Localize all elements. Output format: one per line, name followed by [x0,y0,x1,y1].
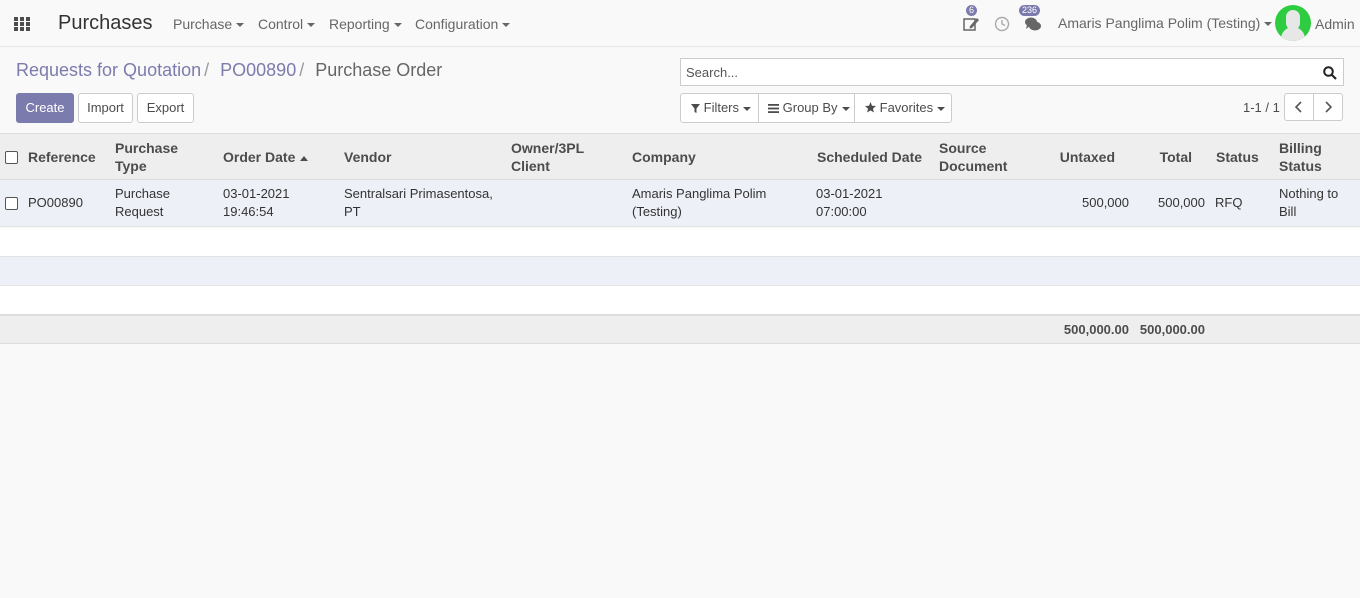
table-row[interactable]: PO00890 Purchase Request 03-01-2021 19:4… [0,180,1360,227]
cell-company: Amaris Panglima Polim (Testing) [632,186,767,219]
star-icon [865,102,876,113]
menu-purchase[interactable]: Purchase [173,16,245,32]
breadcrumb: Requests for Quotation / PO00890/ Purchas… [16,60,443,80]
pager-previous-button[interactable] [1284,93,1314,121]
total-amount: 500,000.00 [1139,322,1205,337]
cell-untaxed: 500,000 [1082,195,1129,210]
col-order-date[interactable]: Order Date [223,148,309,166]
search-box [680,58,1344,86]
messages-badge: 236 [1019,5,1041,16]
clock-icon[interactable] [994,16,1012,34]
table-header: Reference Purchase Type Order Date Vendo… [0,133,1360,180]
cell-billing-status: Nothing to Bill [1279,186,1339,219]
col-vendor[interactable]: Vendor [344,148,391,166]
col-source-document[interactable]: Source Document [939,139,1014,175]
activity-icon[interactable] [962,15,980,33]
cell-vendor: Sentralsari Primasentosa, PT [344,186,493,219]
empty-row [0,228,1360,257]
pager-value[interactable]: 1-1 / 1 [1243,100,1280,115]
col-scheduled-date[interactable]: Scheduled Date [817,148,922,166]
chevron-right-icon [1325,101,1333,113]
select-all-checkbox[interactable] [5,151,18,164]
menu-configuration[interactable]: Configuration [415,16,511,32]
cell-status: RFQ [1215,195,1243,210]
top-navbar: Purchases Purchase Control Reporting Con… [0,0,1360,47]
export-button[interactable]: Export [137,93,194,123]
col-reference[interactable]: Reference [28,148,96,166]
col-untaxed[interactable]: Untaxed [1040,148,1115,166]
menu-control[interactable]: Control [258,16,316,32]
col-status[interactable]: Status [1216,148,1259,166]
activity-badge: 6 [966,5,978,16]
app-title: Purchases [58,12,153,34]
empty-row [0,257,1360,286]
breadcrumb-po[interactable]: PO00890 [220,60,296,80]
row-checkbox[interactable] [5,197,18,210]
favorites-dropdown[interactable]: Favorites [854,93,952,123]
company-switcher[interactable]: Amaris Panglima Polim (Testing) [1058,15,1273,31]
cell-scheduled-date: 03-01-2021 07:00:00 [816,186,883,219]
filter-icon [691,104,700,113]
empty-row [0,286,1360,315]
menu-reporting[interactable]: Reporting [329,16,402,32]
list-icon [768,104,779,113]
cell-reference: PO00890 [28,195,83,210]
filters-dropdown[interactable]: Filters [680,93,759,123]
chevron-left-icon [1294,101,1302,113]
col-owner[interactable]: Owner/3PL Client [511,139,591,175]
group-by-dropdown[interactable]: Group By [758,93,855,123]
breadcrumb-rfq[interactable]: Requests for Quotation [16,60,201,80]
cell-order-date: 03-01-2021 19:46:54 [223,186,290,219]
user-name[interactable]: Admin [1315,16,1355,32]
apps-menu-icon[interactable] [14,17,32,31]
table-footer: 500,000.00 500,000.00 [0,314,1360,344]
pager-next-button[interactable] [1313,93,1343,121]
messages-icon[interactable] [1024,15,1042,33]
create-button[interactable]: Create [16,93,74,123]
col-purchase-type[interactable]: Purchase Type [115,139,205,175]
breadcrumb-current: Purchase Order [315,60,443,80]
search-input[interactable] [686,63,1306,81]
avatar[interactable] [1275,5,1311,41]
col-total[interactable]: Total [1130,148,1192,166]
cell-total: 500,000 [1158,195,1205,210]
col-billing-status[interactable]: Billing Status [1279,139,1339,175]
col-company[interactable]: Company [632,148,696,166]
search-icon[interactable] [1323,66,1337,80]
import-button[interactable]: Import [78,93,133,123]
cell-purchase-type: Purchase Request [115,186,170,219]
sort-ascending-icon [300,155,309,161]
total-untaxed: 500,000.00 [1063,322,1129,337]
